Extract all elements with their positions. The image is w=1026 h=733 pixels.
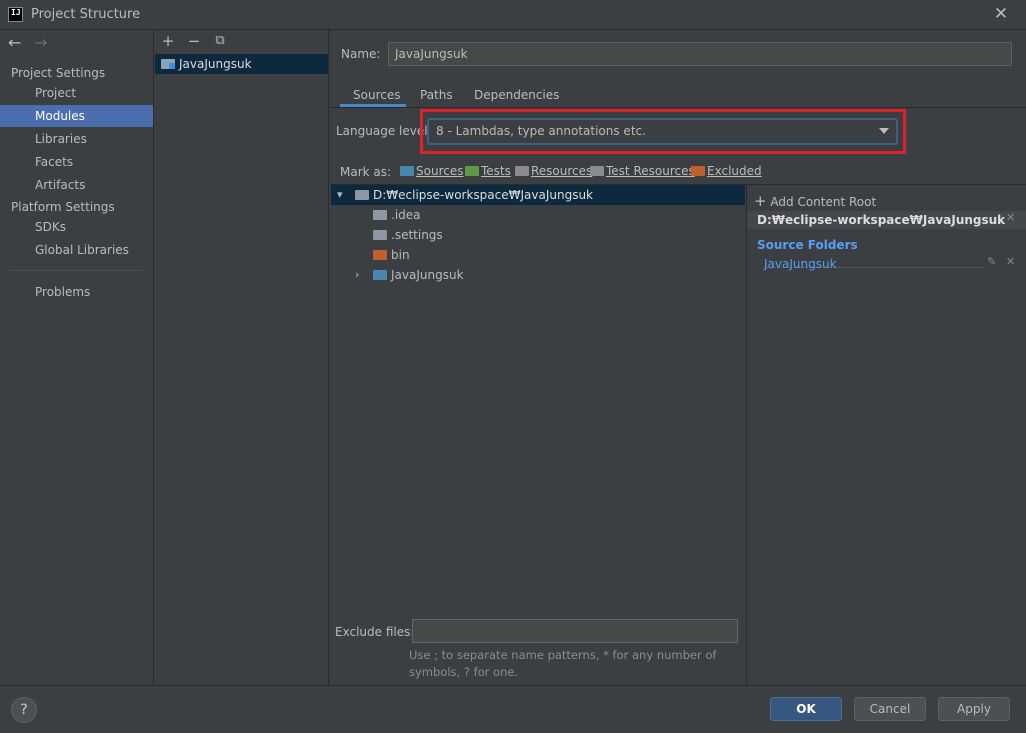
excluded-folder-icon <box>691 166 705 176</box>
mark-as-excluded-button[interactable]: Excluded <box>691 164 762 178</box>
remove-content-root-icon[interactable]: ✕ <box>1006 211 1015 224</box>
resources-folder-icon <box>515 166 529 176</box>
sidebar-item-project[interactable]: Project <box>0 82 153 104</box>
tree-root-row[interactable]: ▾ D:₩eclipse-workspace₩JavaJungsuk <box>331 185 745 205</box>
tree-item-idea[interactable]: .idea <box>373 205 673 225</box>
plus-icon: + <box>754 192 767 210</box>
tree-item-label: .idea <box>391 208 421 222</box>
copy-module-icon[interactable]: ⧉ <box>212 33 228 49</box>
module-list-item[interactable]: JavaJungsuk <box>155 54 328 74</box>
chevron-right-icon[interactable]: › <box>355 265 359 285</box>
remove-source-folder-icon[interactable]: ✕ <box>1006 255 1015 268</box>
arrow-right-icon[interactable]: → <box>34 33 47 52</box>
mark-as-test-resources-label: Test Resources <box>606 164 695 178</box>
sources-folder-icon <box>400 166 414 176</box>
tree-item-javajungsuk[interactable]: › JavaJungsuk <box>355 265 675 285</box>
tree-item-label: JavaJungsuk <box>391 268 464 282</box>
mark-as-resources-button[interactable]: Resources <box>515 164 592 178</box>
content-root-path: D:₩eclipse-workspace₩JavaJungsuk <box>747 211 1026 229</box>
exclude-files-input[interactable] <box>412 619 738 643</box>
add-content-root-button[interactable]: + Add Content Root <box>754 192 876 210</box>
tree-root-path: D:₩eclipse-workspace₩JavaJungsuk <box>373 188 594 202</box>
arrow-left-icon[interactable]: ← <box>8 33 21 52</box>
folder-icon <box>373 210 387 220</box>
add-module-icon[interactable]: + <box>160 33 176 49</box>
intellij-app-icon: IJ <box>8 7 23 22</box>
chevron-down-icon[interactable]: ▾ <box>337 185 343 205</box>
sidebar-item-modules[interactable]: Modules <box>0 105 153 127</box>
help-button[interactable]: ? <box>11 697 37 723</box>
tab-sources[interactable]: Sources <box>353 88 400 102</box>
source-folder-item[interactable]: JavaJungsuk <box>764 257 837 271</box>
module-name-field[interactable]: JavaJungsuk <box>388 42 1012 66</box>
mark-as-sources-button[interactable]: Sources <box>400 164 463 178</box>
tree-item-label: .settings <box>391 228 443 242</box>
exclude-files-hint: Use ; to separate name patterns, * for a… <box>409 648 717 679</box>
sidebar-item-global-libraries[interactable]: Global Libraries <box>0 239 153 261</box>
mark-as-excluded-label: Excluded <box>707 164 762 178</box>
sidebar-item-facets[interactable]: Facets <box>0 151 153 173</box>
tree-item-settings[interactable]: .settings <box>373 225 673 245</box>
language-level-label: Language level: <box>336 124 432 138</box>
exclude-files-label: Exclude files: <box>335 625 415 639</box>
test-resources-folder-icon <box>590 166 604 176</box>
tree-item-bin[interactable]: bin <box>373 245 673 265</box>
excluded-folder-icon <box>373 250 387 260</box>
tests-folder-icon <box>465 166 479 176</box>
name-label: Name: <box>341 47 381 61</box>
module-badge-icon <box>169 63 175 69</box>
platform-settings-header: Platform Settings <box>11 200 115 214</box>
ok-button[interactable]: OK <box>770 697 842 721</box>
mark-as-tests-button[interactable]: Tests <box>465 164 511 178</box>
module-name: JavaJungsuk <box>179 57 252 71</box>
tree-item-label: bin <box>391 248 410 262</box>
tab-dependencies[interactable]: Dependencies <box>474 88 559 102</box>
remove-module-icon[interactable]: − <box>186 33 202 49</box>
folder-icon <box>373 230 387 240</box>
sidebar-item-problems[interactable]: Problems <box>0 281 153 303</box>
folder-icon <box>355 190 369 200</box>
source-folders-header: Source Folders <box>757 238 858 252</box>
window-title: Project Structure <box>31 7 141 22</box>
mark-as-label: Mark as: <box>340 165 392 179</box>
add-content-root-label: Add Content Root <box>770 195 877 209</box>
tab-divider <box>330 107 1026 108</box>
sidebar-item-libraries[interactable]: Libraries <box>0 128 153 150</box>
mark-as-tests-label: Tests <box>481 164 511 178</box>
chevron-down-icon[interactable] <box>879 128 889 134</box>
close-icon[interactable]: ✕ <box>992 4 1010 24</box>
sidebar-divider <box>10 270 143 271</box>
tab-paths[interactable]: Paths <box>420 88 453 102</box>
title-bar <box>0 0 1026 30</box>
edit-pencil-icon[interactable]: ✎ <box>987 255 996 268</box>
mark-as-resources-label: Resources <box>531 164 593 178</box>
language-level-dropdown[interactable]: 8 - Lambdas, type annotations etc. <box>427 118 898 145</box>
modules-panel <box>155 30 329 685</box>
sidebar-item-artifacts[interactable]: Artifacts <box>0 174 153 196</box>
sources-folder-icon <box>373 270 387 280</box>
project-settings-header: Project Settings <box>11 66 106 80</box>
mark-as-sources-label: Sources <box>416 164 464 178</box>
sidebar-item-sdks[interactable]: SDKs <box>0 216 153 238</box>
mark-as-test-resources-button[interactable]: Test Resources <box>590 164 695 178</box>
cancel-button[interactable]: Cancel <box>854 697 926 721</box>
apply-button[interactable]: Apply <box>938 697 1010 721</box>
